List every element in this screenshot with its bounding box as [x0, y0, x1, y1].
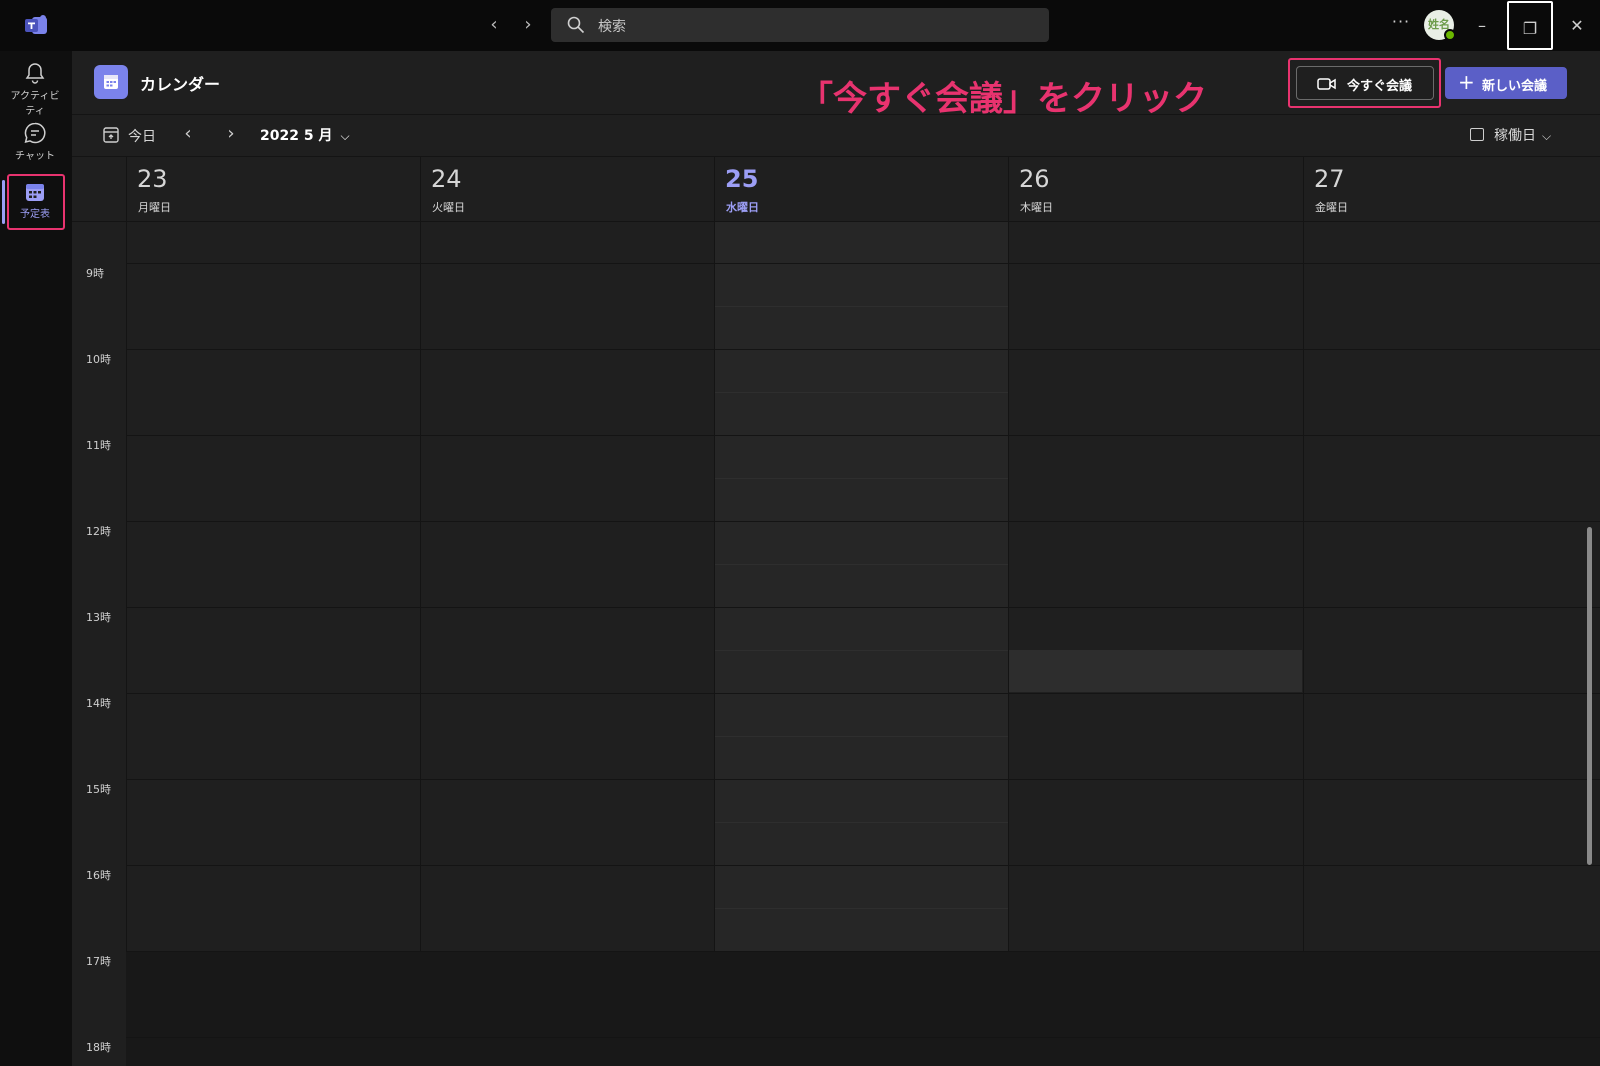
day-name: 火曜日 [432, 201, 465, 214]
hour-label: 15時 [86, 783, 111, 796]
hour-label: 13時 [86, 611, 111, 624]
hour-label: 10時 [86, 353, 111, 366]
hour-label: 12時 [86, 525, 111, 538]
day-header-24[interactable]: 24 火曜日 [420, 157, 714, 221]
plus-icon: + [1458, 70, 1475, 94]
rail-item-chat[interactable]: チャット [6, 115, 64, 171]
half-hour-line [715, 908, 1008, 909]
next-week-button[interactable]: › [221, 123, 241, 147]
meet-now-label: 今すぐ会議 [1347, 79, 1413, 94]
instruction-annotation: 「今すぐ会議」をクリック [799, 79, 1207, 119]
chat-icon [24, 122, 46, 144]
half-hour-line [715, 822, 1008, 823]
day-number: 25 [725, 165, 759, 193]
calendar-header: カレンダー 「今すぐ会議」をクリック 今すぐ会議 + 新しい会議 [72, 51, 1600, 119]
calendar-view-icon [1470, 128, 1484, 141]
calendar-app-icon [94, 65, 128, 99]
busy-time-block[interactable] [1009, 650, 1302, 692]
calendar-grid: 23 月曜日 24 火曜日 25 水曜日 26 木曜日 27 金曜日 9時 10… [72, 157, 1600, 1066]
day-name: 木曜日 [1020, 201, 1053, 214]
day-number: 24 [431, 165, 462, 193]
page-title: カレンダー [140, 75, 221, 94]
hour-label: 9時 [86, 267, 104, 280]
day-name: 月曜日 [138, 201, 171, 214]
hour-label: 17時 [86, 955, 111, 968]
day-header-26[interactable]: 26 木曜日 [1008, 157, 1303, 221]
half-hour-line [715, 650, 1008, 651]
chevron-down-icon: ⌵ [1542, 129, 1552, 143]
today-label: 今日 [128, 129, 156, 145]
hour-line [126, 521, 1600, 522]
day-number: 27 [1314, 165, 1345, 193]
chevron-down-icon: ⌵ [340, 129, 350, 143]
search-icon [567, 16, 585, 34]
teams-logo-icon[interactable] [24, 14, 48, 36]
bell-icon [25, 63, 45, 84]
forward-button[interactable]: › [518, 14, 538, 36]
calendar-today-icon [103, 127, 119, 143]
day-name: 水曜日 [726, 201, 759, 214]
new-meeting-button[interactable]: + 新しい会議 [1445, 67, 1567, 99]
month-picker[interactable]: 2022 5 月 ⌵ [260, 125, 350, 145]
half-hour-line [715, 306, 1008, 307]
rail-label-chat: チャット [15, 151, 55, 162]
close-button[interactable]: ✕ [1554, 0, 1600, 51]
rail-item-activity[interactable]: アクティビティ [6, 55, 64, 117]
hour-line [126, 951, 1600, 952]
day-header-27[interactable]: 27 金曜日 [1303, 157, 1600, 221]
rail-label-activity: アクティビティ [10, 91, 60, 117]
search-placeholder: 検索 [598, 19, 626, 35]
title-bar: ‹ › 検索 ··· 姓名 – ❐ ✕ [0, 0, 1600, 51]
new-meeting-label: 新しい会議 [1482, 79, 1548, 94]
hour-line [126, 1037, 1600, 1038]
hour-line [126, 349, 1600, 350]
hour-label: 11時 [86, 439, 111, 452]
hour-line [126, 435, 1600, 436]
day-header-23[interactable]: 23 月曜日 [126, 157, 420, 221]
day-header-25[interactable]: 25 水曜日 [714, 157, 1008, 221]
view-picker[interactable]: 稼働日 ⌵ [1470, 125, 1551, 145]
day-number: 23 [137, 165, 168, 193]
previous-week-button[interactable]: ‹ [178, 123, 198, 147]
after-hours-region [126, 952, 1600, 1066]
hour-line [126, 779, 1600, 780]
more-options-button[interactable]: ··· [1389, 12, 1413, 36]
hour-label: 14時 [86, 697, 111, 710]
hour-label: 16時 [86, 869, 111, 882]
hour-line [126, 607, 1600, 608]
day-name: 金曜日 [1315, 201, 1348, 214]
minimize-button[interactable]: – [1459, 0, 1505, 51]
search-box[interactable]: 検索 [551, 8, 1049, 42]
half-hour-line [715, 564, 1008, 565]
restore-button[interactable]: ❐ [1507, 1, 1553, 50]
day-number: 26 [1019, 165, 1050, 193]
month-label: 2022 5 月 [260, 128, 333, 144]
video-camera-icon [1317, 78, 1336, 90]
half-hour-line [715, 392, 1008, 393]
hour-line [126, 865, 1600, 866]
half-hour-line [715, 478, 1008, 479]
half-hour-line [715, 736, 1008, 737]
meet-now-button[interactable]: 今すぐ会議 [1296, 66, 1434, 100]
rail-active-indicator [2, 180, 5, 224]
status-available-icon [1444, 29, 1456, 41]
hour-line [126, 693, 1600, 694]
calendar-highlight-box [7, 174, 65, 230]
calendar-toolbar: 今日 ‹ › 2022 5 月 ⌵ 稼働日 ⌵ [72, 115, 1600, 157]
header-divider [72, 221, 1600, 222]
vertical-scrollbar[interactable] [1587, 527, 1592, 865]
hour-label: 18時 [86, 1041, 111, 1054]
back-button[interactable]: ‹ [484, 14, 504, 36]
hour-line [126, 263, 1600, 264]
view-label: 稼働日 [1494, 128, 1536, 144]
